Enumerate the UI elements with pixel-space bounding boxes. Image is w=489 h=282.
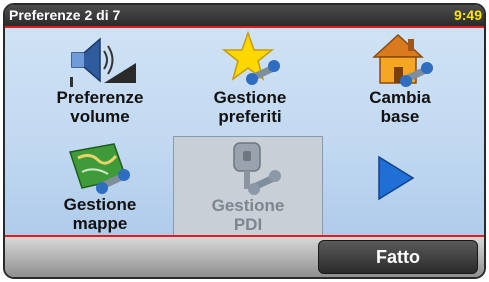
clock: 9:49 <box>453 7 482 23</box>
screen: Preferenze 2 di 7 9:49 Preferenze volume… <box>3 3 486 279</box>
menu-item-label: Gestione mappe <box>63 195 137 233</box>
bottom-bar: Fatto <box>5 235 484 277</box>
menu-item-volume-preferences[interactable]: Preferenze volume <box>25 29 175 131</box>
volume-icon <box>70 37 136 87</box>
home-icon <box>372 33 433 87</box>
next-page-arrow-icon[interactable] <box>375 155 415 201</box>
page-title: Preferenze 2 di 7 <box>9 7 121 23</box>
menu-item-label: Gestione PDI <box>211 196 285 234</box>
menu-item-change-home[interactable]: Cambia base <box>325 29 475 131</box>
menu-item-manage-favorites[interactable]: Gestione preferiti <box>175 29 325 131</box>
done-button[interactable]: Fatto <box>318 240 478 274</box>
title-bar: Preferenze 2 di 7 9:49 <box>5 5 484 28</box>
map-icon <box>69 143 130 194</box>
menu-item-label: Cambia base <box>369 88 431 126</box>
poi-icon <box>233 142 281 195</box>
favorites-star-icon <box>221 31 280 85</box>
menu-item-manage-maps[interactable]: Gestione mappe <box>25 136 175 238</box>
menu-item-label: Preferenze volume <box>56 88 144 126</box>
menu-item-label: Gestione preferiti <box>213 88 287 126</box>
menu-item-manage-poi[interactable]: Gestione PDI <box>173 136 323 240</box>
